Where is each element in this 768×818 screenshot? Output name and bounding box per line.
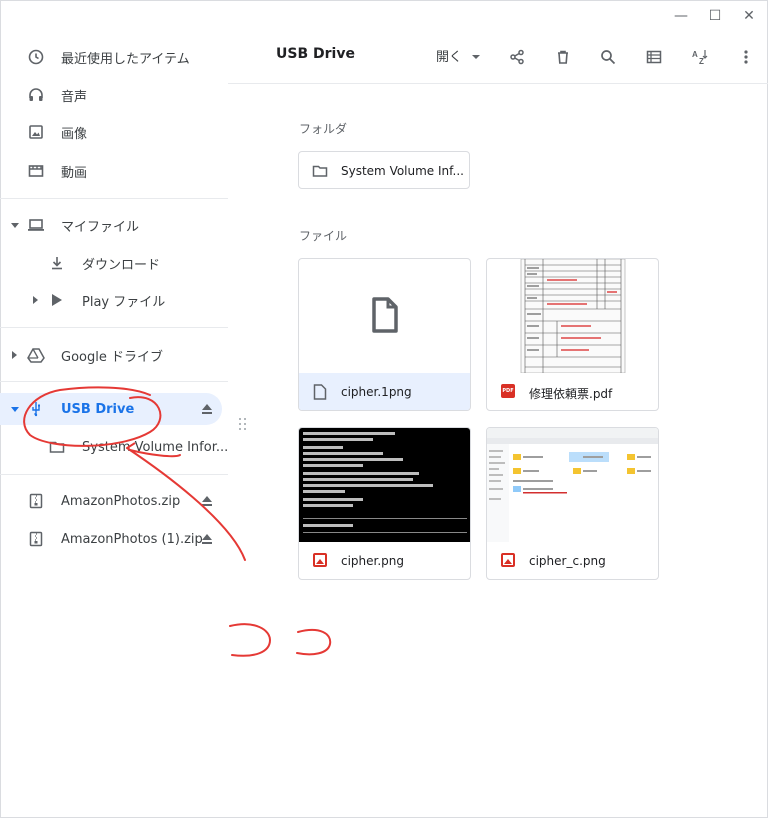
divider bbox=[0, 474, 228, 475]
sidebar-item-usb-drive[interactable]: USB Drive bbox=[0, 391, 228, 427]
usb-icon bbox=[27, 400, 45, 418]
share-icon bbox=[510, 49, 524, 65]
terminal-thumbnail bbox=[299, 428, 470, 542]
sidebar-item-zip1[interactable]: AmazonPhotos.zip bbox=[0, 483, 228, 519]
file-card-footer: PDF 修理依頼票.pdf bbox=[487, 373, 658, 410]
files-section-label: ファイル bbox=[299, 229, 348, 243]
file-card-pdf[interactable]: PDF 修理依頼票.pdf bbox=[486, 258, 659, 411]
pdf-icon: PDF bbox=[501, 384, 515, 398]
eject-icon[interactable] bbox=[202, 496, 212, 506]
headphones-icon bbox=[27, 86, 45, 104]
image-icon bbox=[313, 553, 327, 567]
file-name: cipher.1png bbox=[341, 385, 412, 399]
sidebar-item-my-files[interactable]: マイファイル bbox=[0, 207, 228, 243]
trash-icon bbox=[558, 50, 568, 64]
laptop-icon bbox=[27, 216, 45, 234]
file-card-footer: cipher_c.png bbox=[487, 542, 658, 579]
sidebar-item-label: ダウンロード bbox=[82, 257, 161, 273]
sidebar-item-downloads[interactable]: ダウンロード bbox=[0, 245, 228, 281]
sidebar-item-label: 動画 bbox=[61, 165, 88, 181]
zip-icon bbox=[27, 492, 45, 510]
file-name: 修理依頼票.pdf bbox=[529, 387, 613, 401]
file-name: cipher_c.png bbox=[529, 554, 606, 568]
page-title: USB Drive bbox=[276, 46, 355, 62]
more-vert-icon bbox=[744, 50, 748, 64]
file-card-footer: cipher.1png bbox=[299, 373, 470, 410]
sidebar-item-label: AmazonPhotos (1).zip bbox=[61, 531, 203, 547]
svg-text:A: A bbox=[692, 50, 698, 59]
sidebar-item-label: USB Drive bbox=[61, 401, 135, 417]
divider bbox=[0, 198, 228, 199]
search-icon bbox=[601, 50, 616, 65]
sidebar-item-recent[interactable]: 最近使用したアイテム bbox=[0, 39, 228, 75]
film-icon bbox=[27, 162, 45, 180]
sidebar-item-label: マイファイル bbox=[61, 219, 140, 235]
sidebar-item-label: Google ドライブ bbox=[61, 349, 163, 365]
sidebar-item-play-files[interactable]: Play ファイル bbox=[0, 282, 228, 318]
play-store-icon bbox=[48, 291, 66, 309]
file-card-cipher-1png[interactable]: cipher.1png bbox=[298, 258, 471, 411]
divider bbox=[0, 327, 228, 328]
minimize-button[interactable]: — bbox=[670, 6, 692, 26]
image-icon bbox=[501, 553, 515, 567]
clock-icon bbox=[27, 48, 45, 66]
sidebar-item-label: 画像 bbox=[61, 126, 88, 142]
sidebar-item-label: 最近使用したアイテム bbox=[61, 51, 190, 67]
file-card-footer: cipher.png bbox=[299, 542, 470, 579]
file-name: cipher.png bbox=[341, 554, 405, 568]
folder-icon bbox=[312, 163, 328, 183]
folder-name: System Volume Inf... bbox=[341, 164, 464, 178]
svg-text:Z: Z bbox=[699, 57, 704, 66]
file-icon bbox=[313, 384, 327, 404]
sidebar-item-videos[interactable]: 動画 bbox=[0, 153, 228, 189]
folder-card-system-volume[interactable]: System Volume Inf... bbox=[298, 151, 470, 189]
sort-button[interactable]: AZ bbox=[687, 44, 713, 70]
eject-icon[interactable] bbox=[202, 404, 212, 414]
image-icon bbox=[27, 123, 45, 141]
chevron-down-icon[interactable] bbox=[472, 55, 480, 59]
sidebar-resize-handle[interactable] bbox=[239, 418, 247, 432]
header-divider bbox=[228, 83, 768, 84]
search-button[interactable] bbox=[595, 44, 621, 70]
folders-section-label: フォルダ bbox=[299, 122, 348, 136]
folder-icon bbox=[48, 438, 66, 456]
sidebar-item-zip2[interactable]: AmazonPhotos (1).zip bbox=[0, 521, 228, 557]
download-icon bbox=[48, 254, 66, 272]
eject-icon[interactable] bbox=[202, 534, 212, 544]
sidebar-item-label: Play ファイル bbox=[82, 294, 166, 310]
close-button[interactable]: ✕ bbox=[738, 6, 760, 26]
open-button[interactable]: 開く bbox=[436, 46, 462, 65]
share-button[interactable] bbox=[504, 44, 530, 70]
generic-file-icon bbox=[372, 297, 398, 333]
sidebar-item-images[interactable]: 画像 bbox=[0, 114, 228, 150]
file-thumbnail bbox=[299, 259, 470, 373]
maximize-button[interactable]: ☐ bbox=[704, 6, 726, 26]
drive-icon bbox=[27, 346, 45, 364]
window-controls: — ☐ ✕ bbox=[670, 6, 760, 26]
zip-icon bbox=[27, 530, 45, 548]
delete-button[interactable] bbox=[550, 44, 576, 70]
sidebar-item-google-drive[interactable]: Google ドライブ bbox=[0, 337, 228, 373]
file-card-cipher-png[interactable]: cipher.png bbox=[298, 427, 471, 580]
sidebar: 最近使用したアイテム 音声 画像 動画 マイファイル ダウンロード Play フ… bbox=[0, 0, 228, 818]
file-card-cipher-c-png[interactable]: cipher_c.png bbox=[486, 427, 659, 580]
divider bbox=[0, 381, 228, 382]
sidebar-item-label: System Volume Infor... bbox=[82, 439, 229, 455]
sidebar-item-label: AmazonPhotos.zip bbox=[61, 493, 181, 509]
sidebar-item-system-volume[interactable]: System Volume Infor... bbox=[0, 429, 228, 465]
list-view-button[interactable] bbox=[641, 44, 667, 70]
sort-az-icon: AZ bbox=[692, 50, 708, 66]
more-options-button[interactable] bbox=[733, 44, 759, 70]
list-view-icon bbox=[646, 50, 662, 64]
sidebar-item-label: 音声 bbox=[61, 89, 88, 105]
explorer-thumbnail bbox=[487, 428, 658, 542]
sidebar-item-audio[interactable]: 音声 bbox=[0, 77, 228, 113]
pdf-thumbnail bbox=[487, 259, 658, 374]
